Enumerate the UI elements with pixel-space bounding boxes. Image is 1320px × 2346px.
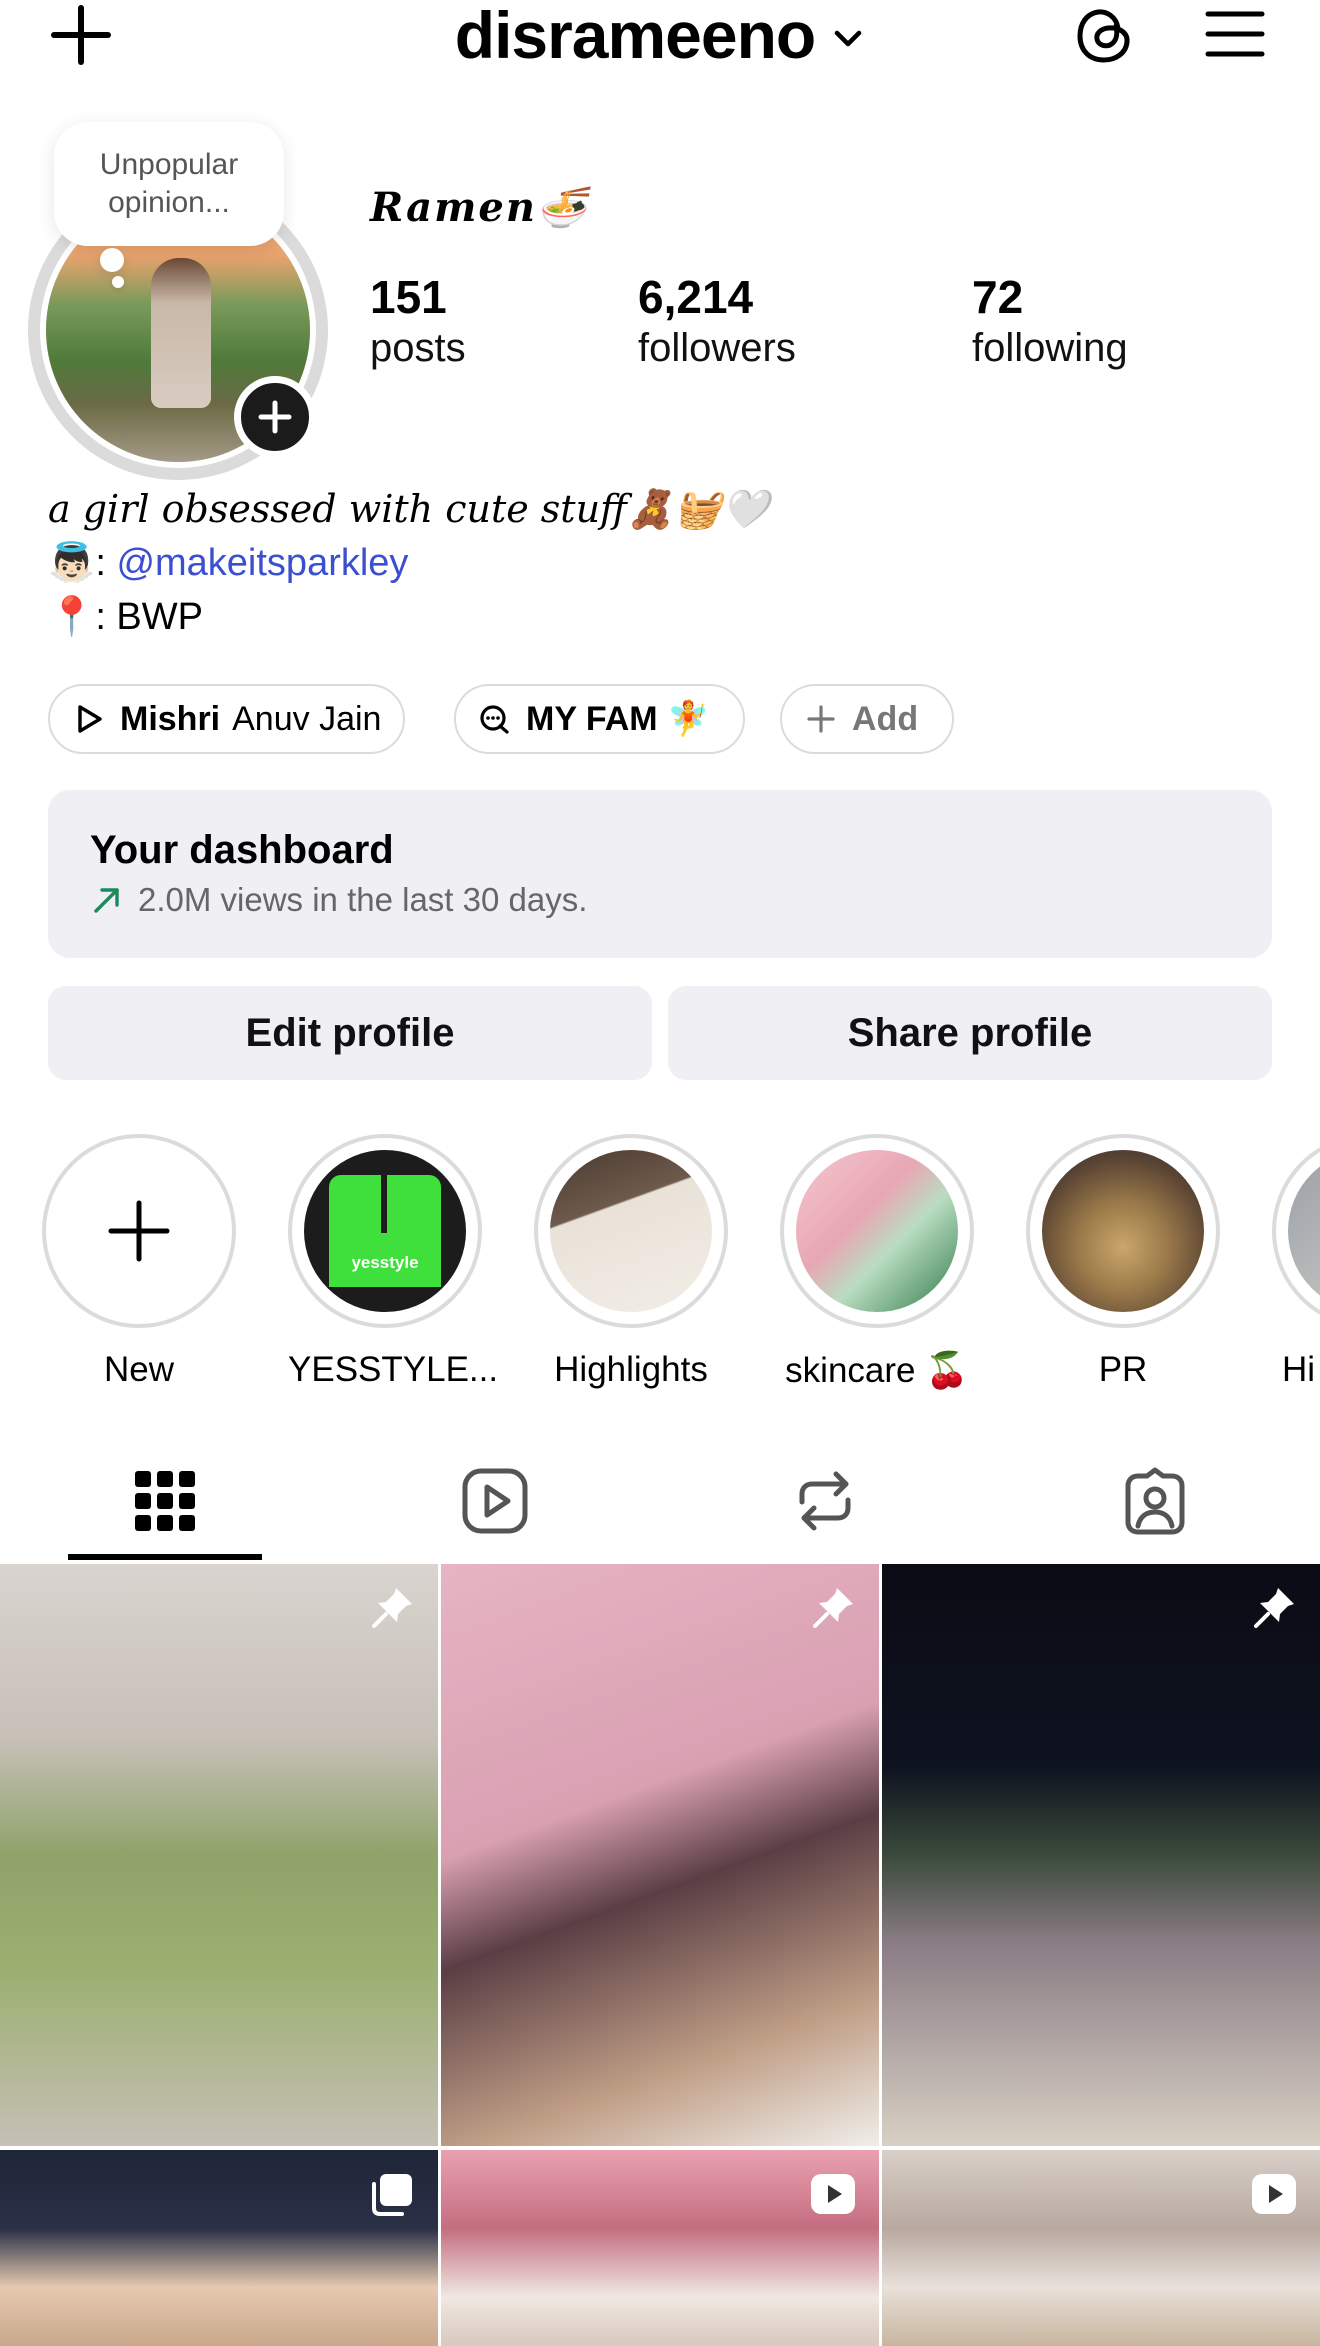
- add-story-button[interactable]: [234, 376, 316, 458]
- chip-text: Anuv Jain: [232, 699, 382, 738]
- menu-hamburger-icon[interactable]: [1204, 8, 1266, 60]
- yum-mark: [606, 1217, 694, 1280]
- post-thumbnail-5[interactable]: [441, 2150, 879, 2346]
- highlight-ring: [780, 1134, 974, 1328]
- avatar-figure: [151, 258, 211, 408]
- yesstyle-logo-text: yesstyle: [351, 1253, 419, 1272]
- highlight-ring: [42, 1134, 236, 1328]
- chevron-down-icon[interactable]: [831, 21, 865, 55]
- highlight-skincare[interactable]: skincare 🍒: [780, 1134, 974, 1391]
- display-name: Ramen🍜: [370, 184, 589, 231]
- carousel-icon: [372, 2174, 412, 2216]
- chip-bold: Mishri: [120, 699, 221, 738]
- highlight-new[interactable]: New: [42, 1134, 236, 1390]
- post-thumbnail-6[interactable]: [882, 2150, 1320, 2346]
- highlight-label: Hi: [1282, 1350, 1316, 1389]
- reels-icon: [462, 1468, 528, 1534]
- highlight-label: skincare 🍒: [785, 1351, 969, 1390]
- stat-value: 72: [972, 271, 1024, 323]
- plus-icon: [807, 705, 835, 733]
- music-chip[interactable]: Mishri Anuv Jain: [48, 684, 406, 754]
- bio-line: 👼🏻: @makeitsparkley: [48, 536, 769, 590]
- grid-icon: [135, 1471, 195, 1531]
- share-profile-button[interactable]: Share profile: [668, 986, 1272, 1080]
- highlight-ring: yesstyle: [288, 1134, 482, 1328]
- post-thumbnail-2[interactable]: [441, 1564, 879, 2146]
- highlight-ring: [1272, 1134, 1320, 1328]
- bio-prefix: 👼🏻:: [48, 542, 117, 584]
- stat-label: following: [972, 326, 1128, 370]
- play-icon: [78, 705, 102, 733]
- content-tabs: [0, 1440, 1320, 1562]
- highlight-pr[interactable]: PR: [1026, 1134, 1220, 1390]
- tagged-icon: [1125, 1467, 1185, 1535]
- highlight-cover: [1288, 1150, 1320, 1312]
- tab-grid[interactable]: [0, 1440, 330, 1562]
- highlight-label: New: [103, 1350, 175, 1389]
- bio: a girl obsessed with cute stuff🧸🧺🤍 👼🏻: @…: [48, 482, 769, 644]
- stat-value: 6,214: [638, 271, 754, 323]
- stat-posts[interactable]: 151 posts: [370, 270, 466, 371]
- plus-icon: [258, 400, 292, 434]
- pin-icon: [813, 1588, 853, 1628]
- tab-reposts[interactable]: [660, 1440, 990, 1562]
- chip-text: Add: [852, 699, 919, 738]
- bio-mention-link[interactable]: @makeitsparkley: [116, 542, 408, 584]
- bio-line: a girl obsessed with cute stuff🧸🧺🤍: [48, 487, 769, 531]
- highlight-ring: [534, 1134, 728, 1328]
- chip-bold: MY FAM 🧚: [526, 700, 710, 738]
- highlight-label: YESSTYLE...: [288, 1350, 499, 1389]
- post-thumbnail-1[interactable]: [0, 1564, 438, 2146]
- pin-icon: [372, 1588, 412, 1628]
- tab-tagged[interactable]: [990, 1440, 1320, 1562]
- yesstyle-logo: yesstyle: [329, 1175, 441, 1287]
- threads-icon[interactable]: [1072, 2, 1138, 68]
- note-bubble-tail: [100, 248, 124, 272]
- highlight-partial[interactable]: Hi: [1272, 1134, 1320, 1390]
- highlight-cover: [550, 1150, 712, 1312]
- stat-label: posts: [370, 326, 466, 370]
- post-thumbnail-4[interactable]: [0, 2150, 438, 2346]
- note-bubble[interactable]: Unpopular opinion...: [54, 122, 284, 246]
- top-bar: disrameeno: [0, 0, 1320, 80]
- bio-location: 📍: BWP: [48, 596, 203, 638]
- highlight-yesstyle[interactable]: yesstyle YESSTYLE...: [288, 1134, 499, 1390]
- reel-icon: [811, 2174, 855, 2214]
- plus-icon: [108, 1200, 170, 1262]
- active-tab-indicator: [68, 1554, 262, 1560]
- highlight-cover: [1042, 1150, 1204, 1312]
- trend-arrow-icon: [94, 888, 119, 913]
- highlight-label: PR: [1098, 1350, 1148, 1389]
- post-thumbnail-3[interactable]: [882, 1564, 1320, 2146]
- highlight-cover: yesstyle: [304, 1150, 466, 1312]
- stat-followers[interactable]: 6,214 followers: [638, 270, 796, 371]
- tab-reels[interactable]: [330, 1440, 660, 1562]
- highlight-highlights[interactable]: Highlights: [534, 1134, 728, 1390]
- dashboard-views-text: 2.0M views in the last 30 days.: [138, 881, 588, 918]
- stat-value: 151: [370, 271, 447, 323]
- reel-icon: [1252, 2174, 1296, 2214]
- stat-following[interactable]: 72 following: [972, 270, 1128, 371]
- dashboard-subtitle: 2.0M views in the last 30 days.: [90, 881, 1230, 919]
- highlight-label: Highlights: [554, 1350, 708, 1389]
- chat-bubble-icon: [480, 705, 509, 734]
- highlight-cover: [796, 1150, 958, 1312]
- professional-dashboard[interactable]: Your dashboard 2.0M views in the last 30…: [48, 790, 1272, 958]
- channel-chip[interactable]: MY FAM 🧚: [454, 684, 746, 754]
- add-chip[interactable]: Add: [780, 684, 955, 754]
- highlight-ring: [1026, 1134, 1220, 1328]
- edit-profile-button[interactable]: Edit profile: [48, 986, 652, 1080]
- dashboard-title: Your dashboard: [90, 828, 394, 872]
- note-bubble-tail-small: [112, 276, 124, 288]
- username-title[interactable]: disrameeno: [455, 0, 816, 73]
- reposts-icon: [799, 1471, 851, 1531]
- pin-icon: [1254, 1588, 1294, 1628]
- stat-label: followers: [638, 326, 796, 370]
